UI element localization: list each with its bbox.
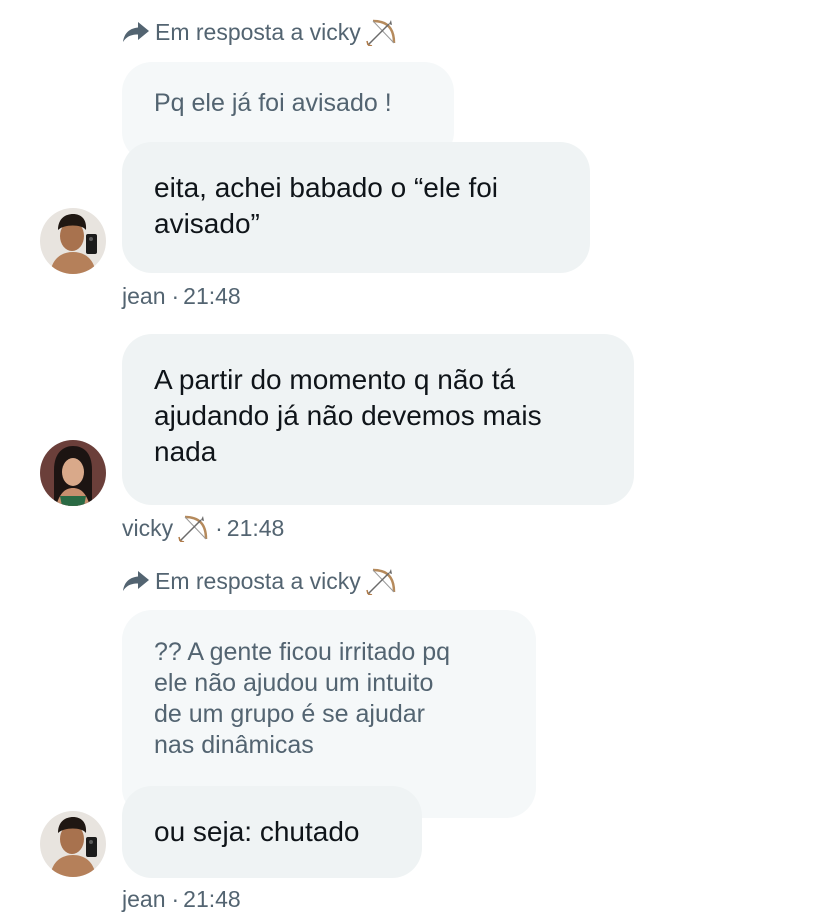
reply-context[interactable]: Em resposta a vicky: [122, 565, 397, 597]
meta-separator: ·: [171, 282, 180, 309]
message-meta: jean · 21:48: [122, 884, 241, 914]
avatar[interactable]: [40, 811, 106, 877]
reply-arrow-icon: [123, 571, 149, 591]
avatar[interactable]: [40, 440, 106, 506]
avatar-jean-image: [40, 208, 106, 274]
message-meta: jean · 21:48: [122, 281, 241, 311]
message-meta: vicky · 21:48: [122, 513, 284, 543]
message-bubble[interactable]: eita, achei babado o “ele foi avisado”: [122, 142, 590, 273]
dm-conversation: Em resposta a vicky Pq ele já foi avisad…: [0, 0, 828, 924]
message-bubble[interactable]: A partir do momento q não tá ajudando já…: [122, 334, 634, 505]
timestamp: 21:48: [183, 282, 241, 309]
bow-and-arrow-emoji: [178, 515, 208, 542]
author-name[interactable]: vicky: [122, 515, 173, 542]
reply-arrow-icon: [123, 22, 149, 42]
author-name[interactable]: jean: [122, 886, 165, 913]
avatar-vicky-image: [40, 440, 106, 506]
reply-context-label: Em resposta a vicky: [155, 18, 361, 45]
meta-separator: ·: [215, 514, 223, 541]
timestamp: 21:48: [183, 885, 241, 912]
avatar-jean-image: [40, 811, 106, 877]
message-bubble[interactable]: ou seja: chutado: [122, 786, 422, 878]
bow-and-arrow-emoji: [366, 568, 396, 595]
reply-context-label: Em resposta a vicky: [155, 567, 361, 594]
author-name[interactable]: jean: [122, 283, 165, 310]
avatar[interactable]: [40, 208, 106, 274]
meta-separator: ·: [171, 885, 180, 912]
bow-and-arrow-emoji: [366, 19, 396, 46]
timestamp: 21:48: [226, 514, 285, 541]
reply-context[interactable]: Em resposta a vicky: [122, 16, 397, 48]
